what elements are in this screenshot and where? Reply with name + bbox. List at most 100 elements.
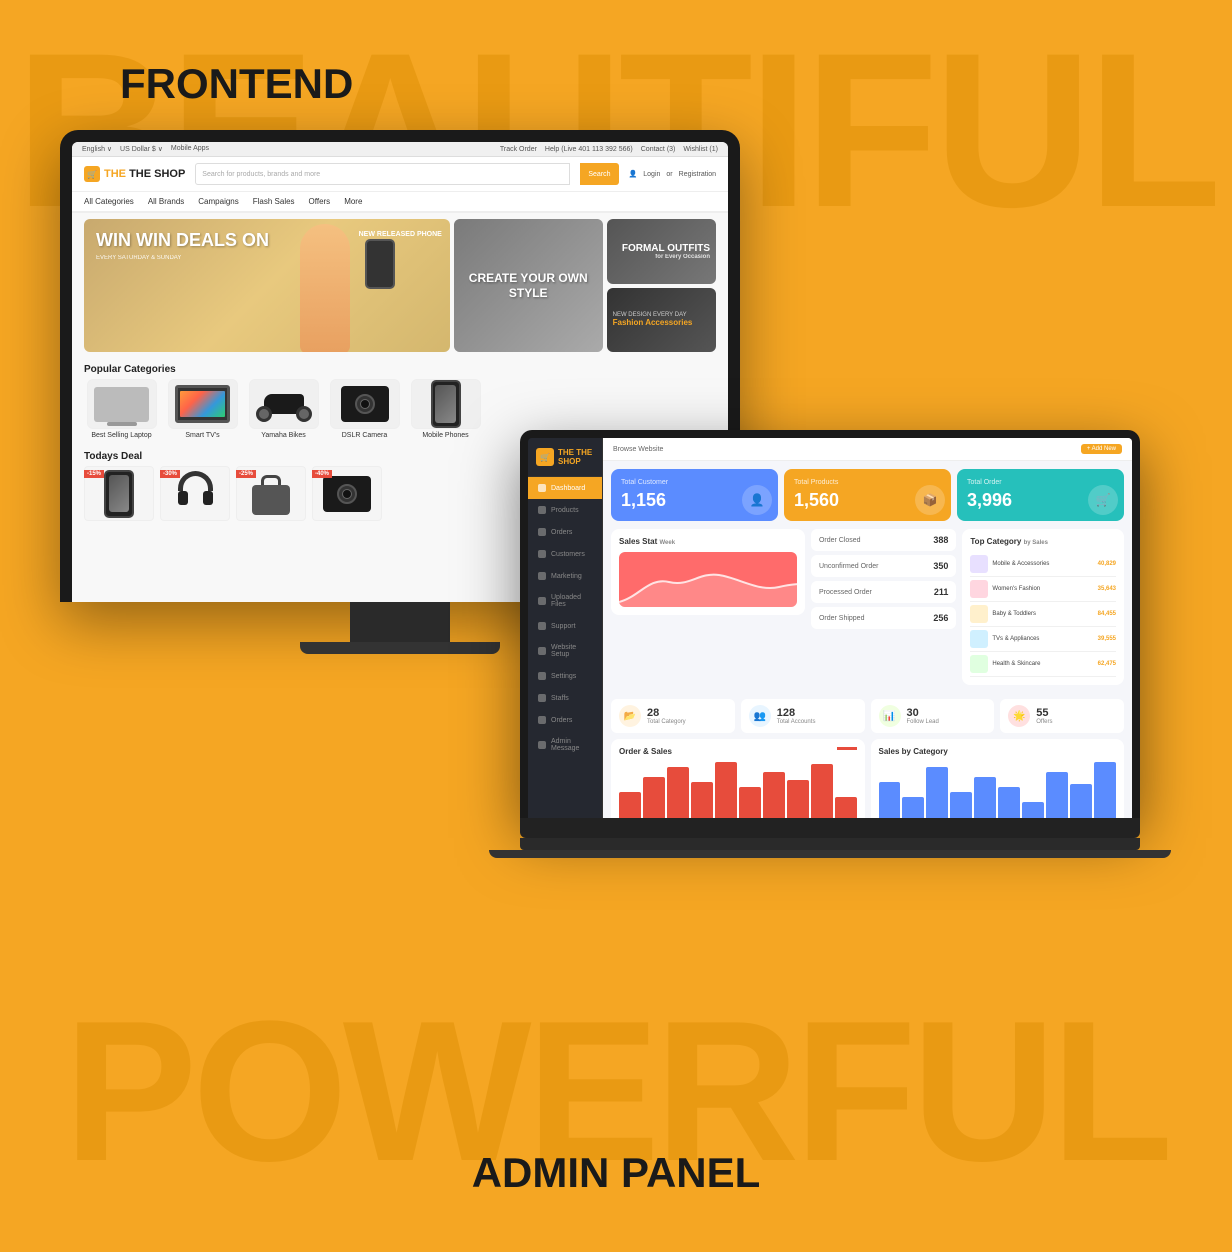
admin-nav-orders[interactable]: Orders [528,521,602,543]
cat-sales-2: 35,643 [1098,586,1116,592]
follow-metric-label: Follow Lead [907,719,939,725]
fe-currency[interactable]: US Dollar $ ∨ [120,145,163,153]
category-metric-label: Total Category [647,719,686,725]
fe-wishlist[interactable]: Wishlist (1) [683,146,718,153]
products-icon [538,506,546,514]
fe-cat-tv-label: Smart TV's [185,432,219,439]
accounts-metric-label: Total Accounts [777,719,816,725]
follow-metric-info: 30 Follow Lead [907,707,939,725]
admin-nav-uploads[interactable]: Uploaded Files [528,587,602,615]
fe-deal-phone-icon [104,470,134,518]
fe-cat-tv[interactable]: Smart TV's [165,379,240,439]
fe-topbar: English ∨ US Dollar $ ∨ Mobile Apps Trac… [72,142,728,157]
fe-cat-laptop[interactable]: Best Selling Laptop [84,379,159,439]
admin-stat-orders: Total Order 3,996 🛒 [957,469,1124,521]
admin-stat-products: Total Products 1,560 📦 [784,469,951,521]
bar-2 [643,777,665,818]
admin-logo-text: THE THE SHOP [558,448,594,466]
fe-deal-2[interactable]: -30% [160,466,230,521]
admin-nav-support[interactable]: Support [528,615,602,637]
admin-nav-marketing[interactable]: Marketing [528,565,602,587]
admin-sales-category-chart: Sales by Category [871,739,1125,818]
fe-login-link[interactable]: Login [643,171,660,178]
fe-cat-tv-img [168,379,238,429]
fe-cat-moto[interactable]: Yamaha Bikes [246,379,321,439]
hp-cup-right [203,491,213,505]
cat-sales-5: 62,475 [1098,661,1116,667]
fe-topbar-left: English ∨ US Dollar $ ∨ Mobile Apps [82,145,209,153]
offers-metric-val: 55 [1036,707,1052,719]
fe-contact[interactable]: Contact (3) [641,146,676,153]
admin-metric-follow: 📊 30 Follow Lead [871,699,995,733]
fe-nav-all-categories[interactable]: All Categories [84,197,134,206]
fe-track-order[interactable]: Track Order [500,146,537,153]
fe-cat-mobile-img [411,379,481,429]
admin-stats-row: Total Customer 1,156 👤 Total Products 1,… [603,461,1132,529]
fe-cat-mobile[interactable]: Mobile Phones [408,379,483,439]
bar-1 [619,792,641,818]
fe-search-input[interactable]: Search for products, brands and more [195,163,570,185]
cat-bar-8 [1046,772,1068,818]
admin-nav-orders2[interactable]: Orders [528,709,602,731]
fe-cat-camera-label: DSLR Camera [342,432,388,439]
follow-metric-val: 30 [907,707,939,719]
hp-cup-left [178,491,188,505]
laptop-base-wide [489,850,1171,858]
fe-banner-style[interactable]: CREATE YOUR OWN STYLE [454,219,603,352]
admin-nav-dashboard[interactable]: Dashboard [528,477,602,499]
fe-banner-main[interactable]: WIN WIN DEALS ON EVERY SATURDAY & SUNDAY… [84,219,450,352]
fe-banner-fashion[interactable]: NEW DESIGN EVERY DAY Fashion Accessories [607,288,716,353]
fe-deal-badge-4: -40% [312,470,332,478]
fe-deal-3[interactable]: -25% [236,466,306,521]
fe-cat-camera[interactable]: DSLR Camera [327,379,402,439]
fe-deal-4[interactable]: -40% [312,466,382,521]
admin-order-shipped: Order Shipped 256 [811,607,956,629]
order-unconfirmed-val: 350 [933,561,948,571]
fe-nav-more[interactable]: More [344,197,362,206]
admin-nav-message[interactable]: Admin Message [528,731,602,759]
fe-search-button[interactable]: Search [580,163,618,185]
fe-nav-campaigns[interactable]: Campaigns [198,197,238,206]
bar-9 [811,764,833,818]
cat-name-2: Women's Fashion [992,586,1093,592]
marketing-icon [538,572,546,580]
admin-browse-website[interactable]: Browse Website [613,446,663,453]
cat-img-3 [970,605,988,623]
cat-sales-4: 39,555 [1098,636,1116,642]
admin-nav-staffs[interactable]: Staffs [528,687,602,709]
fe-header: 🛒 THE THE SHOP Search for products, bran… [72,157,728,192]
fe-help[interactable]: Help (Live 401 113 392 566) [545,146,633,153]
admin-nav-website-setup[interactable]: Website Setup [528,637,602,665]
cat-name-5: Health & Skincare [992,661,1093,667]
fe-cat-laptop-label: Best Selling Laptop [91,432,151,439]
admin-nav-products[interactable]: Products [528,499,602,521]
order-unconfirmed-label: Unconfirmed Order [819,563,879,570]
cat-name-1: Mobile & Accessories [992,561,1093,567]
fe-nav-offers[interactable]: Offers [309,197,331,206]
fe-nav-all-brands[interactable]: All Brands [148,197,184,206]
camera-icon-2 [323,476,371,512]
message-icon [538,741,546,749]
order-processed-label: Processed Order [819,589,872,596]
fe-lang[interactable]: English ∨ [82,145,112,153]
staffs-icon [538,694,546,702]
admin-nav-customers[interactable]: Customers [528,543,602,565]
camera-inner-2 [342,489,352,499]
admin-add-new-btn[interactable]: + Add New [1081,444,1122,454]
fe-mobile-apps[interactable]: Mobile Apps [171,145,209,153]
fe-banner-formal-top[interactable]: FORMAL OUTFITS for Every Occasion [607,219,716,284]
fe-banner-formal-text: FORMAL OUTFITS for Every Occasion [622,243,710,260]
accounts-metric-info: 128 Total Accounts [777,707,816,725]
fe-model-area [300,219,360,352]
admin-nav-settings[interactable]: Settings [528,665,602,687]
fe-nav-flash-sales[interactable]: Flash Sales [253,197,295,206]
fe-cat-laptop-img [87,379,157,429]
fe-deal-1[interactable]: -15% [84,466,154,521]
follow-metric-icon: 📊 [879,705,901,727]
fe-register-link[interactable]: Registration [679,171,716,178]
order-shipped-val: 256 [933,613,948,623]
fe-cat-mobile-label: Mobile Phones [422,432,468,439]
admin-metrics-row: 📂 28 Total Category 👥 128 Total Accounts [603,699,1132,739]
tv-screen [180,391,224,417]
category-metric-icon: 📂 [619,705,641,727]
